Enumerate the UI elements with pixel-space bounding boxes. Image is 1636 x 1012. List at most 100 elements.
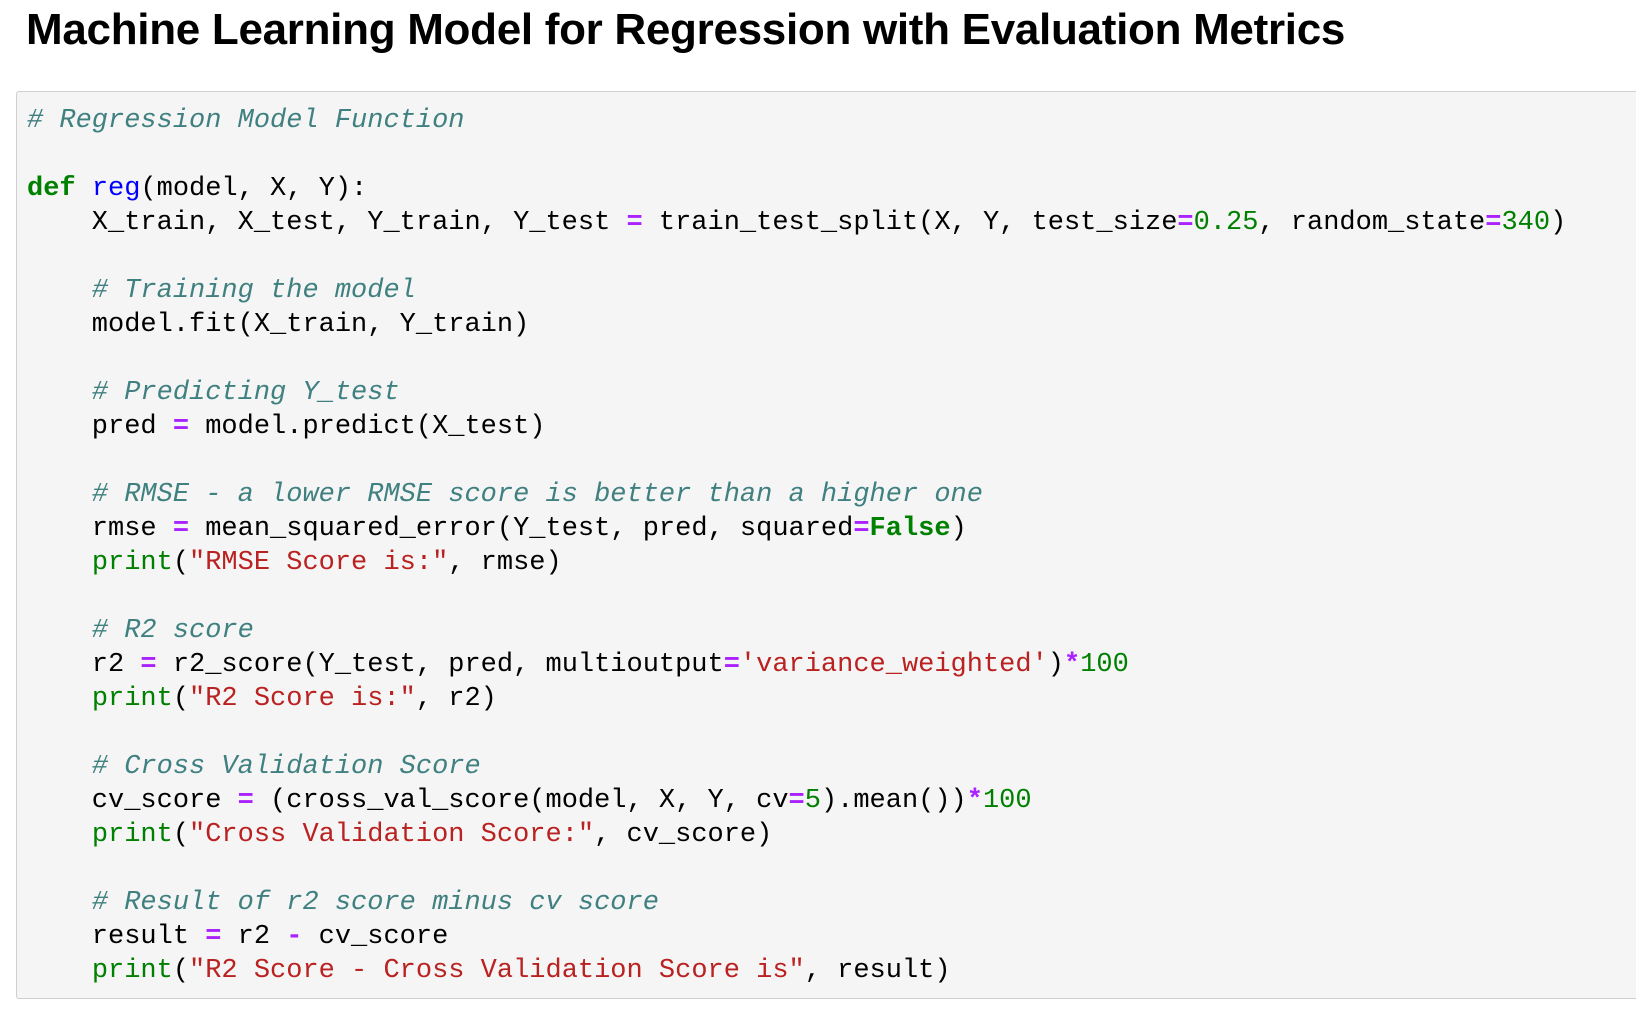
code-number: 5 (804, 786, 821, 816)
code-text: ) (950, 514, 967, 544)
code-line: # RMSE - a lower RMSE score is better th… (27, 478, 1566, 512)
code-line: # Training the model (27, 274, 1566, 308)
code-operator: * (1063, 650, 1081, 680)
code-text: result (27, 922, 206, 952)
code-operator: = (172, 514, 190, 544)
code-number: 100 (982, 786, 1032, 816)
code-number: 100 (1080, 650, 1129, 680)
code-comment: # Training the model (91, 276, 416, 306)
code-editor[interactable]: # Regression Model Function def reg(mode… (27, 104, 1566, 988)
code-line: r2 = r2_score(Y_test, pred, multioutput=… (27, 648, 1566, 682)
code-text: , random_state (1258, 208, 1486, 238)
code-text: , r2) (415, 684, 497, 714)
code-text: ( (172, 956, 190, 986)
code-text: X_train, X_test, Y_train, Y_test (27, 208, 627, 238)
code-comment: # Predicting Y_test (91, 378, 400, 408)
code-text: , rmse) (448, 548, 562, 578)
code-keyword: False (869, 514, 951, 544)
code-text: , cv_score) (594, 820, 773, 850)
code-line: result = r2 - cv_score (27, 920, 1566, 954)
code-text: ( (172, 548, 190, 578)
code-line: # R2 score (27, 614, 1566, 648)
code-line: # Cross Validation Score (27, 750, 1566, 784)
code-operator: = (205, 922, 222, 952)
code-text: model.predict(X_test) (189, 412, 546, 442)
page-title: Machine Learning Model for Regression wi… (26, 5, 1346, 54)
code-operator: = (723, 650, 740, 680)
code-line: print("R2 Score - Cross Validation Score… (27, 954, 1566, 988)
code-text: mean_squared_error(Y_test, pred, squared (189, 514, 854, 544)
code-comment: # Regression Model Function (27, 106, 465, 136)
code-builtin: print (91, 956, 173, 986)
code-operator: = (1485, 208, 1502, 238)
code-text: ( (172, 820, 190, 850)
code-text: r2 (27, 650, 141, 680)
code-builtin: print (91, 684, 173, 714)
code-keyword: def (27, 174, 76, 204)
code-text: ) (1550, 208, 1567, 238)
code-builtin: print (91, 820, 173, 850)
code-text: r2 (221, 922, 287, 952)
code-text: ( (172, 684, 190, 714)
code-line: print("R2 Score is:", r2) (27, 682, 1566, 716)
code-text: rmse (27, 514, 173, 544)
code-cell[interactable]: # Regression Model Function def reg(mode… (16, 91, 1636, 999)
code-text: cv_score (27, 786, 238, 816)
code-text: , result) (804, 956, 951, 986)
code-operator: = (140, 650, 157, 680)
code-string: "R2 Score - Cross Validation Score is" (189, 956, 805, 986)
code-function-name: reg (91, 174, 141, 204)
code-operator: = (172, 412, 190, 442)
code-text: cv_score (302, 922, 449, 952)
code-operator: = (853, 514, 870, 544)
code-operator: - (286, 922, 303, 952)
code-number: 340 (1501, 208, 1551, 238)
code-text: ).mean()) (820, 786, 967, 816)
code-number: 0.25 (1193, 208, 1259, 238)
code-text: pred (27, 412, 173, 442)
code-operator: * (966, 786, 983, 816)
code-comment: # R2 score (91, 616, 254, 646)
code-text: model.fit(X_train, Y_train) (27, 310, 530, 340)
code-line: print("RMSE Score is:", rmse) (27, 546, 1566, 580)
code-line: pred = model.predict(X_test) (27, 410, 1566, 444)
code-string: "R2 Score is:" (189, 684, 416, 714)
code-line: # Regression Model Function (27, 104, 1566, 138)
code-line: # Result of r2 score minus cv score (27, 886, 1566, 920)
code-string: "Cross Validation Score:" (189, 820, 595, 850)
code-operator: = (1177, 208, 1194, 238)
code-line: print("Cross Validation Score:", cv_scor… (27, 818, 1566, 852)
code-line: # Predicting Y_test (27, 376, 1566, 410)
code-operator: = (626, 208, 643, 238)
code-builtin: print (91, 548, 173, 578)
code-text: (model, X, Y): (140, 174, 368, 204)
code-comment: # RMSE - a lower RMSE score is better th… (91, 480, 983, 510)
code-line: cv_score = (cross_val_score(model, X, Y,… (27, 784, 1566, 818)
code-line: def reg(model, X, Y): (27, 172, 1566, 206)
code-comment: # Cross Validation Score (91, 752, 481, 782)
code-line: rmse = mean_squared_error(Y_test, pred, … (27, 512, 1566, 546)
code-text: train_test_split(X, Y, test_size (642, 208, 1178, 238)
code-string: 'variance_weighted' (739, 650, 1048, 680)
code-text: r2_score(Y_test, pred, multioutput (156, 650, 724, 680)
code-operator: = (237, 786, 254, 816)
code-line: X_train, X_test, Y_train, Y_test = train… (27, 206, 1566, 240)
code-comment: # Result of r2 score minus cv score (91, 888, 659, 918)
code-line: model.fit(X_train, Y_train) (27, 308, 1566, 342)
